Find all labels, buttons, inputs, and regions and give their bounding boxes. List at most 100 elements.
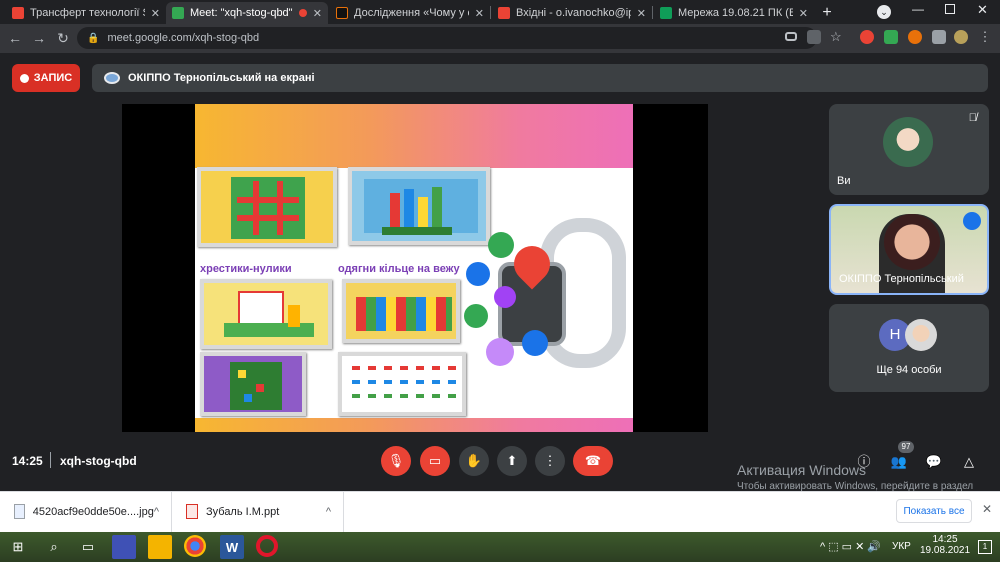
profile-avatar[interactable] [954,30,968,44]
people-icon[interactable]: 👥 [889,452,909,472]
clock-date: 19.08.2021 [920,545,971,556]
tab-label: Мережа 19.08.21 ПК (Відпов [678,7,793,19]
tile-self[interactable]: 🎙̸ Ви [829,104,989,195]
presenting-banner: ОКІППО Тернопільський на екрані [92,64,988,92]
tab-meet[interactable]: Meet: "xqh-stog-qbd" ✕ [166,2,328,24]
close-downloads-icon[interactable]: ✕ [982,502,992,516]
forward-icon[interactable]: → [28,27,50,49]
chat-bubble-icon [488,232,514,258]
presenting-text: ОКІППО Тернопільський на екрані [128,72,315,84]
windows-start-icon[interactable]: ⊞ [6,535,30,559]
star-icon[interactable]: ☆ [830,30,844,44]
download-filename: 4520acf9e0dde50e....jpg [32,505,154,518]
address-bar[interactable]: 🔒 meet.google.com/xqh-stog-qbd [77,27,817,49]
tab-label: Вхідні - o.ivanochko@ippo.e [516,7,631,19]
mic-off-icon: 🎙 [387,453,405,468]
minimize-button[interactable]: — [912,2,924,16]
avatar [883,117,933,167]
mic-off-icon: 🎙̸ [968,112,977,124]
language-indicator[interactable]: УКР [892,541,911,552]
tile-presenter[interactable]: ОКІППО Тернопільський [829,204,989,295]
file-explorer-icon[interactable] [148,535,172,559]
present-screen-icon: ⬆ [506,453,518,468]
opera-extension-icon[interactable] [860,30,874,44]
tile-name: ОКІППО Тернопільський [839,273,964,285]
tab-research[interactable]: Дослідження «Чому у серпн ✕ [330,2,490,24]
tray-icons[interactable]: ^ ⬚ ▭ ✕ 🔊 [820,540,881,553]
menu-icon[interactable]: ⋮ [978,30,992,44]
activities-icon[interactable]: △ [959,452,979,472]
speaking-indicator-icon [963,212,981,230]
tab-inbox[interactable]: Вхідні - o.ivanochko@ippo.e ✕ [492,2,652,24]
meeting-time: 14:25 [12,454,43,468]
word-icon[interactable]: W [220,535,244,559]
meet-icon [172,7,184,19]
photo-tictactoe [197,167,337,247]
tile-name: Ви [837,175,851,187]
record-icon [19,73,29,83]
chevron-up-icon[interactable]: ^ [326,506,331,518]
music-bubble-icon [486,338,514,366]
close-icon[interactable]: ✕ [475,7,484,20]
chat-icon[interactable]: 💬 [924,452,944,472]
back-icon[interactable]: ← [4,27,26,49]
extension-icon[interactable] [908,30,922,44]
puzzle-icon[interactable] [932,30,946,44]
camera-icon[interactable] [785,32,797,41]
shield-icon[interactable] [884,30,898,44]
download-item[interactable]: 4520acf9e0dde50e....jpg ^ [0,491,172,532]
raise-hand-button[interactable]: ✋ [459,446,489,476]
save-app-icon[interactable] [112,535,136,559]
show-all-button[interactable]: Показать все [896,499,972,523]
tab-steam[interactable]: Трансферт технології STEAM ✕ [6,2,166,24]
photo-bricks [342,279,460,343]
translate-icon[interactable] [807,30,821,44]
mic-toggle-button[interactable]: 🎙 [381,446,411,476]
close-icon[interactable]: ✕ [637,7,646,20]
page-icon [336,7,348,19]
task-view-icon[interactable]: ▭ [76,535,100,559]
presenter-logo-icon [104,72,120,84]
cloud-bubble-icon [522,330,548,356]
search-icon[interactable]: ⌕ [42,535,66,559]
search-bubble-icon [466,262,490,286]
reload-icon[interactable]: ↻ [52,27,74,49]
new-tab-button[interactable]: + [818,4,836,22]
close-icon[interactable]: ✕ [799,7,808,20]
more-vert-icon: ⋮ [543,453,557,468]
lock-icon: 🔒 [87,32,100,44]
close-icon[interactable]: ✕ [313,7,322,20]
camera-off-icon: ▭ [428,453,442,468]
chrome-icon[interactable] [184,535,206,557]
recording-badge[interactable]: ЗАПИС [12,64,80,92]
meeting-code: xqh-stog-qbd [60,454,137,468]
opera-icon[interactable] [256,535,278,557]
notifications-icon[interactable]: 1 [978,540,992,554]
present-button[interactable]: ⬆ [497,446,527,476]
phone-bubble-icon [464,304,488,328]
tab-label: Дослідження «Чому у серпн [354,7,469,19]
caption-tictactoe: хрестики-нулики [200,263,292,275]
photo-fractions [338,352,466,416]
download-filename: Зубаль І.М.ppt [206,505,280,518]
download-item[interactable]: Зубаль І.М.ppt ^ [172,491,344,532]
gmail-icon [12,7,24,19]
tile-others[interactable]: Н Ще 94 особи [829,304,989,392]
image-file-icon [14,504,25,519]
tab-sheet[interactable]: Мережа 19.08.21 ПК (Відпов ✕ [654,2,814,24]
chevron-up-icon[interactable]: ^ [154,506,159,518]
more-options-button[interactable]: ⋮ [535,446,565,476]
phone-hangup-icon: ☎ [584,453,602,468]
play-bubble-icon [494,286,516,308]
ppt-file-icon [186,504,198,519]
participants-count-badge: 97 [898,441,914,453]
tab-search-icon[interactable]: ⌄ [877,5,891,19]
camera-toggle-button[interactable]: ▭ [420,446,450,476]
record-label: ЗАПИС [33,72,73,84]
photo-tower [348,167,490,245]
close-icon[interactable]: ✕ [151,7,160,20]
maximize-button[interactable] [945,4,955,14]
close-window-button[interactable]: ✕ [977,2,988,18]
leave-call-button[interactable]: ☎ [573,446,613,476]
clock[interactable]: 14:25 19.08.2021 [920,534,970,556]
